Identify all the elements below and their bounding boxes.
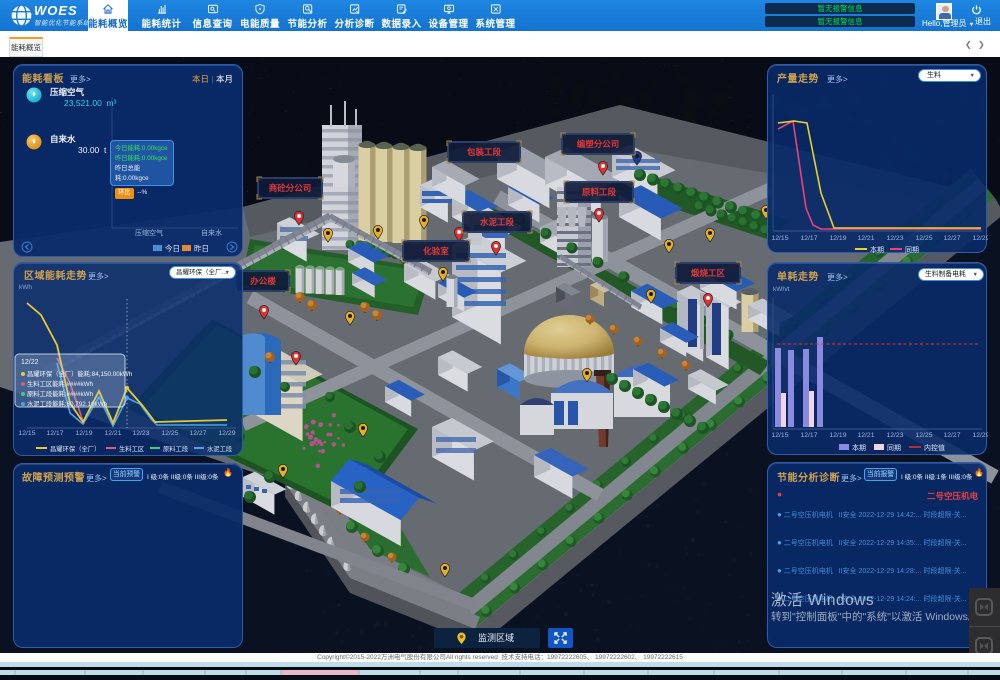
- svg-text:12/19: 12/19: [75, 430, 92, 437]
- svg-text:生料工区: 生料工区: [119, 444, 144, 453]
- svg-text:内控值: 内控值: [924, 443, 945, 452]
- svg-text:kWh: kWh: [19, 284, 32, 291]
- svg-text:12/23: 12/23: [886, 235, 903, 242]
- svg-text:12/27: 12/27: [943, 235, 960, 242]
- svg-text:办公楼: 办公楼: [250, 276, 276, 286]
- svg-text:kWh/t: kWh/t: [773, 286, 790, 293]
- svg-text:压缩空气: 压缩空气: [135, 228, 163, 237]
- svg-text:原料工段能耗:####kWh: 原料工段能耗:####kWh: [27, 389, 94, 398]
- svg-text:12/23: 12/23: [132, 430, 149, 437]
- svg-text:昌耀环保（全厂）: 昌耀环保（全厂）: [50, 444, 100, 453]
- svg-text:12/19: 12/19: [829, 432, 846, 439]
- svg-text:昌耀环保（全厂）能耗:84,150.00kWh: 昌耀环保（全厂）能耗:84,150.00kWh: [27, 369, 133, 378]
- svg-text:12/21: 12/21: [857, 432, 874, 439]
- svg-text:本期: 本期: [870, 245, 884, 254]
- svg-text:12/23: 12/23: [886, 432, 903, 439]
- svg-text:12/29: 12/29: [972, 432, 988, 439]
- svg-text:生料工区能耗:####kWh: 生料工区能耗:####kWh: [27, 379, 94, 388]
- svg-text:煅烧工区: 煅烧工区: [691, 268, 726, 278]
- svg-text:同期: 同期: [887, 444, 901, 452]
- svg-text:12/27: 12/27: [189, 430, 206, 437]
- svg-text:12/25: 12/25: [915, 432, 932, 439]
- svg-text:12/17: 12/17: [46, 430, 63, 437]
- svg-text:包装工段: 包装工段: [467, 147, 502, 157]
- svg-text:12/17: 12/17: [800, 235, 817, 242]
- svg-text:原料工段: 原料工段: [163, 444, 189, 453]
- svg-text:12/21: 12/21: [857, 235, 874, 242]
- svg-text:12/19: 12/19: [829, 235, 846, 242]
- svg-text:12/29: 12/29: [972, 235, 988, 242]
- svg-text:12/29: 12/29: [218, 430, 235, 437]
- svg-text:自来水: 自来水: [50, 134, 76, 144]
- svg-text:水泥工段能耗:60,792.10kWh: 水泥工段能耗:60,792.10kWh: [27, 399, 108, 408]
- svg-text:自来水: 自来水: [201, 228, 222, 237]
- svg-text:12/21: 12/21: [104, 430, 121, 437]
- svg-text:商砼分公司: 商砼分公司: [269, 183, 312, 193]
- svg-text:昨日: 昨日: [194, 243, 209, 253]
- svg-text:原料工段: 原料工段: [582, 187, 617, 197]
- svg-text:同期: 同期: [905, 246, 919, 254]
- svg-text:12/15: 12/15: [771, 432, 788, 439]
- svg-text:30.00 t: 30.00 t: [78, 145, 107, 155]
- svg-text:编塑分公司: 编塑分公司: [577, 139, 620, 149]
- svg-text:压缩空气: 压缩空气: [50, 87, 85, 97]
- svg-text:化验室: 化验室: [423, 246, 449, 256]
- svg-text:12/15: 12/15: [771, 235, 788, 242]
- svg-text:12/15: 12/15: [18, 430, 35, 437]
- svg-text:12/25: 12/25: [915, 235, 932, 242]
- svg-text:12/27: 12/27: [943, 432, 960, 439]
- svg-text:12/17: 12/17: [800, 432, 817, 439]
- svg-text:本期: 本期: [852, 443, 866, 452]
- svg-text:12/22: 12/22: [21, 359, 39, 366]
- svg-text:水泥工段: 水泥工段: [207, 444, 233, 453]
- svg-text:水泥工段: 水泥工段: [479, 217, 515, 227]
- svg-text:12/25: 12/25: [161, 430, 178, 437]
- svg-text:今日: 今日: [165, 243, 180, 253]
- svg-text:23,521.00 m³: 23,521.00 m³: [64, 98, 117, 108]
